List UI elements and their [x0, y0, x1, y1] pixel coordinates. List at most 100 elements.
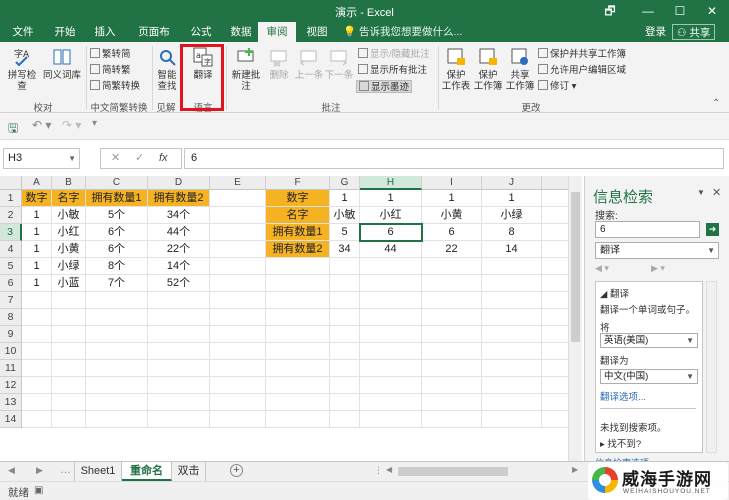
- row-header[interactable]: 4: [0, 241, 22, 258]
- insert-function-icon[interactable]: fx: [159, 149, 168, 168]
- table2-cell[interactable]: 6: [422, 224, 482, 241]
- cell[interactable]: [422, 394, 482, 411]
- table2-cell[interactable]: 1: [360, 190, 422, 207]
- tab-view[interactable]: 视图: [298, 22, 336, 42]
- column-header[interactable]: G: [330, 176, 360, 190]
- chinese-convert-button[interactable]: 简繁转换: [90, 80, 140, 93]
- cell[interactable]: [52, 292, 86, 309]
- cell[interactable]: [422, 258, 482, 275]
- row-header[interactable]: 9: [0, 326, 22, 343]
- select-all-corner[interactable]: [0, 176, 22, 190]
- cell[interactable]: [360, 343, 422, 360]
- share-button[interactable]: ⚇ 共享: [672, 24, 716, 40]
- row-header[interactable]: 12: [0, 377, 22, 394]
- cell[interactable]: [210, 275, 266, 292]
- cell[interactable]: [210, 377, 266, 394]
- from-language-select[interactable]: 英语(美国) ▼: [600, 333, 698, 348]
- maximize-button[interactable]: ☐: [665, 0, 695, 22]
- spellcheck-button[interactable]: 字A 拼写检查: [4, 46, 40, 92]
- row-header[interactable]: 6: [0, 275, 22, 292]
- go-arrow-icon[interactable]: ➜: [706, 223, 719, 236]
- row-header[interactable]: 13: [0, 394, 22, 411]
- close-button[interactable]: ✕: [697, 0, 727, 22]
- cell[interactable]: [266, 343, 330, 360]
- table2-cell[interactable]: 小黄: [422, 207, 482, 224]
- collapse-ribbon-icon[interactable]: ⌃: [712, 98, 720, 109]
- show-ink-button[interactable]: 显示墨迹: [356, 80, 413, 93]
- row-header[interactable]: 8: [0, 309, 22, 326]
- cell[interactable]: [210, 207, 266, 224]
- pane-options-icon[interactable]: ▼: [697, 188, 705, 197]
- cell[interactable]: [482, 394, 542, 411]
- active-cell-selection[interactable]: [359, 223, 423, 242]
- share-workbook-button[interactable]: 共享 工作簿: [504, 46, 536, 92]
- cell[interactable]: [22, 360, 52, 377]
- table1-cell[interactable]: 小蓝: [52, 275, 86, 292]
- table1-cell[interactable]: 小敏: [52, 207, 86, 224]
- previous-comment-button[interactable]: 上一条: [294, 46, 324, 81]
- cell[interactable]: [52, 411, 86, 428]
- cell[interactable]: [86, 309, 148, 326]
- cant-find-header[interactable]: ▸ 找不到?: [600, 436, 641, 450]
- row-header[interactable]: 14: [0, 411, 22, 428]
- column-header-selected[interactable]: H: [360, 176, 422, 190]
- cell[interactable]: [360, 275, 422, 292]
- table2-header-cell[interactable]: 拥有数量2: [266, 241, 330, 258]
- search-input[interactable]: 6: [595, 221, 700, 238]
- row-header[interactable]: 10: [0, 343, 22, 360]
- table2-cell[interactable]: 8: [482, 224, 542, 241]
- cell[interactable]: [330, 411, 360, 428]
- cell[interactable]: [360, 258, 422, 275]
- cell[interactable]: [482, 258, 542, 275]
- column-header[interactable]: B: [52, 176, 86, 190]
- cell[interactable]: [266, 275, 330, 292]
- cell[interactable]: [22, 377, 52, 394]
- cell[interactable]: [210, 411, 266, 428]
- smart-lookup-button[interactable]: 智能 查找: [154, 46, 180, 92]
- cell[interactable]: [422, 292, 482, 309]
- cell[interactable]: [52, 326, 86, 343]
- enter-icon[interactable]: ✓: [135, 149, 144, 168]
- cell[interactable]: [482, 292, 542, 309]
- cell[interactable]: [482, 360, 542, 377]
- cell[interactable]: [330, 258, 360, 275]
- cell[interactable]: [148, 394, 210, 411]
- cell[interactable]: [266, 394, 330, 411]
- cell[interactable]: [148, 377, 210, 394]
- table1-cell[interactable]: 8个: [86, 258, 148, 275]
- cell[interactable]: [422, 377, 482, 394]
- table2-cell[interactable]: 1: [482, 190, 542, 207]
- cell[interactable]: [422, 360, 482, 377]
- login-link[interactable]: 登录: [645, 22, 666, 42]
- cell[interactable]: [422, 343, 482, 360]
- delete-comment-button[interactable]: 删除: [266, 46, 292, 81]
- sheet-tab-rename[interactable]: 重命名: [122, 462, 172, 481]
- cell[interactable]: [148, 360, 210, 377]
- row-header[interactable]: 1: [0, 190, 22, 207]
- sheet-tab-doubleclick[interactable]: 双击: [172, 462, 206, 481]
- table1-cell[interactable]: 7个: [86, 275, 148, 292]
- cell[interactable]: [482, 377, 542, 394]
- cell[interactable]: [86, 343, 148, 360]
- track-changes-button[interactable]: 修订 ▾: [538, 80, 576, 93]
- cell[interactable]: [360, 411, 422, 428]
- tab-home[interactable]: 开始: [46, 22, 84, 42]
- cell[interactable]: [360, 326, 422, 343]
- cell[interactable]: [482, 411, 542, 428]
- cell[interactable]: [330, 292, 360, 309]
- cell[interactable]: [22, 309, 52, 326]
- column-header[interactable]: F: [266, 176, 330, 190]
- column-header[interactable]: D: [148, 176, 210, 190]
- cell[interactable]: [210, 258, 266, 275]
- cell[interactable]: [266, 377, 330, 394]
- row-header[interactable]: 5: [0, 258, 22, 275]
- cell[interactable]: [86, 360, 148, 377]
- to-traditional-button[interactable]: 简转繁: [90, 64, 131, 77]
- cell[interactable]: [52, 394, 86, 411]
- table2-cell[interactable]: 34: [330, 241, 360, 258]
- cell[interactable]: [22, 326, 52, 343]
- hscroll-right-icon[interactable]: ▶: [572, 465, 578, 474]
- cell[interactable]: [22, 292, 52, 309]
- cell[interactable]: [86, 377, 148, 394]
- cell[interactable]: [482, 326, 542, 343]
